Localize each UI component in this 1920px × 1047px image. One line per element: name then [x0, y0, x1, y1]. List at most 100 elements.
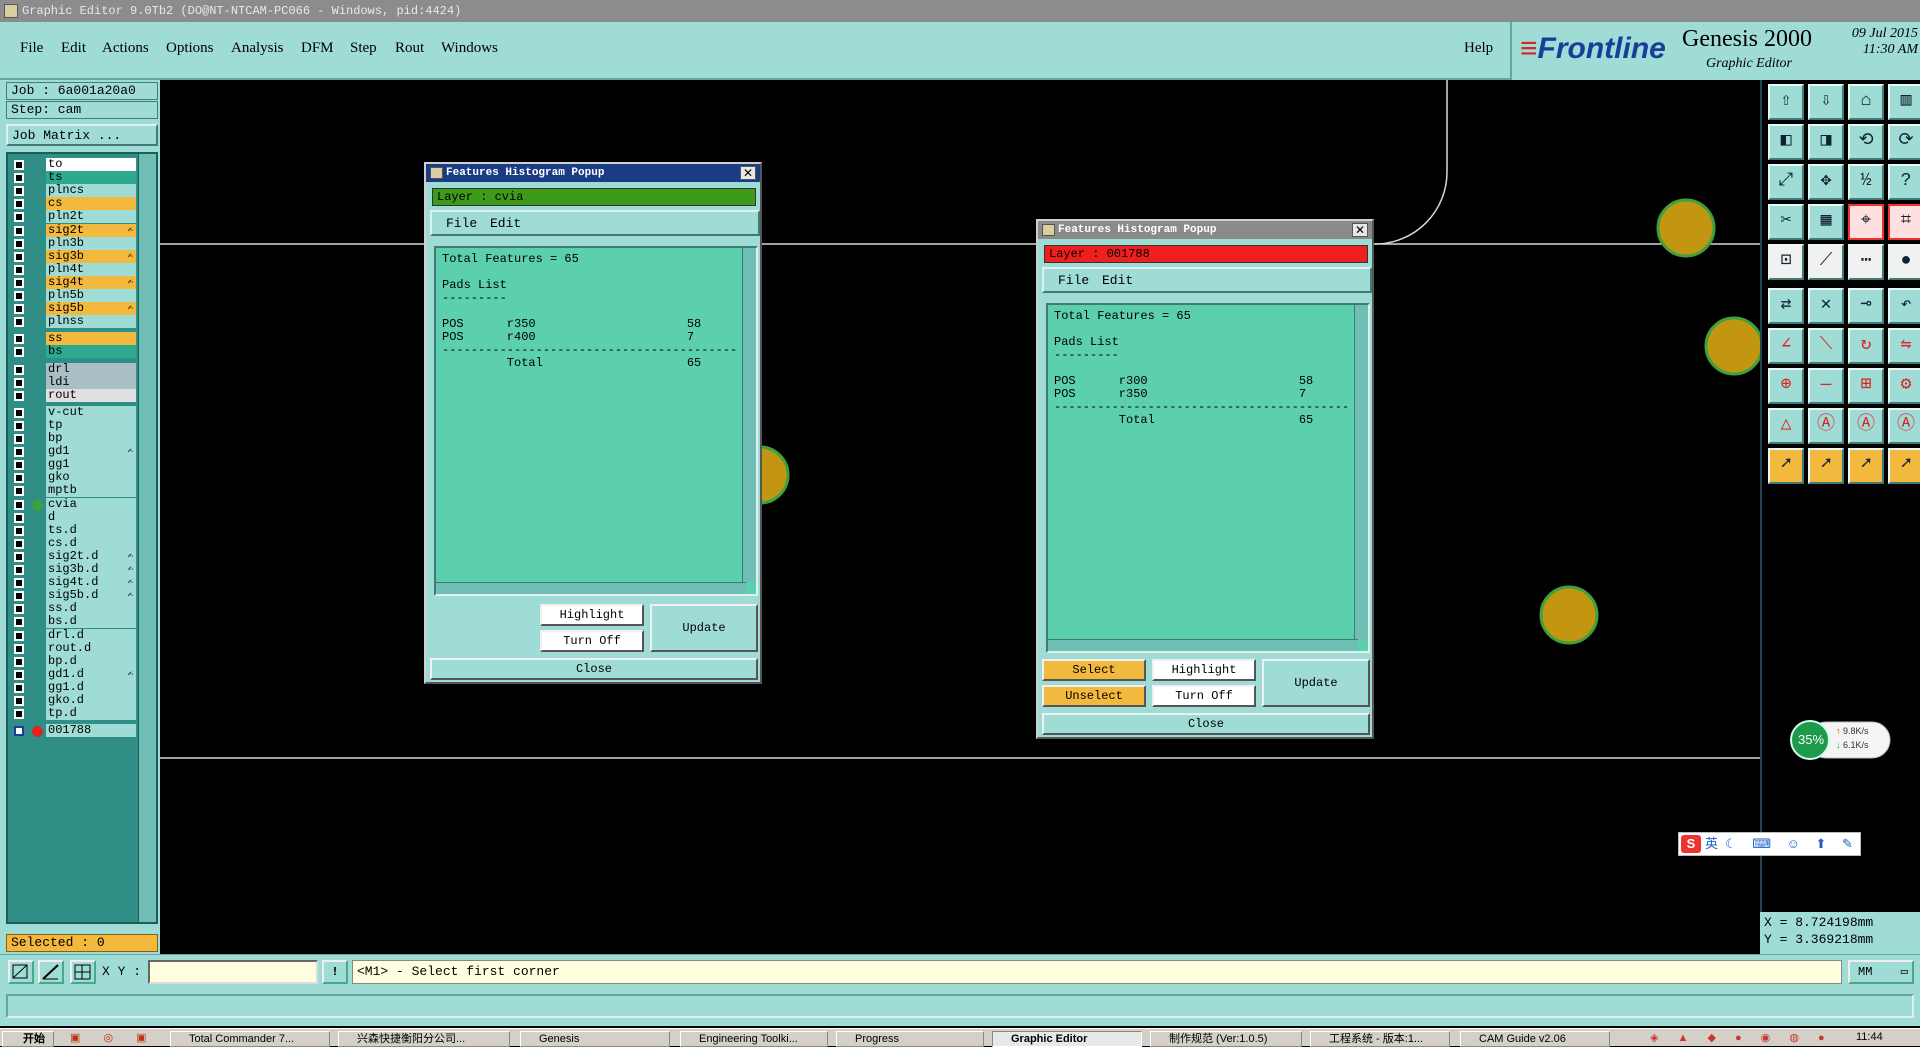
layer-name[interactable]: bs.d [46, 615, 136, 629]
popup-menu-file[interactable]: File [446, 216, 477, 231]
route-tool-icon[interactable]: ⌗ [1888, 204, 1920, 240]
start-button[interactable]: 开始 [2, 1031, 54, 1047]
layer-checkbox[interactable] [14, 499, 24, 510]
close-icon[interactable]: ✕ [740, 166, 756, 180]
turn-off-button[interactable]: Turn Off [540, 630, 644, 652]
layer-checkbox[interactable] [14, 407, 24, 418]
select-tool-icon[interactable]: ⌖ [1848, 204, 1884, 240]
layer-name[interactable]: sig4t ✍ [46, 275, 136, 289]
layer-name[interactable]: tp [46, 418, 136, 432]
layer-checkbox[interactable] [14, 390, 24, 401]
layer-checkbox[interactable] [14, 656, 24, 667]
layer-name[interactable]: bs [46, 345, 136, 359]
layout-icon[interactable]: ▥ [1888, 84, 1920, 120]
pad-icon[interactable]: ● [1888, 244, 1920, 280]
layer-name[interactable]: drl [46, 362, 136, 376]
layer-name[interactable]: cs [46, 197, 136, 211]
zoom-ratio-icon[interactable]: ½ [1848, 164, 1884, 200]
layer-name[interactable]: ts [46, 171, 136, 185]
layer-checkbox[interactable] [14, 643, 24, 654]
layer-checkbox[interactable] [14, 473, 24, 484]
layer-checkbox[interactable] [14, 525, 24, 536]
layer-checkbox[interactable] [14, 199, 24, 210]
zoom-center-icon[interactable]: ✥ [1808, 164, 1844, 200]
layer-name[interactable]: cs.d [46, 536, 136, 550]
layer-name[interactable]: bp.d [46, 654, 136, 668]
ime-mode[interactable]: 英 [1705, 833, 1718, 855]
layer-checkbox[interactable] [14, 251, 24, 262]
taskbar-button[interactable]: 兴森快捷衡阳分公司... [338, 1031, 510, 1047]
layer-name[interactable]: gko.d [46, 694, 136, 707]
layer-name[interactable]: pln4t [46, 262, 136, 276]
cross-icon[interactable]: ✕ [1808, 288, 1844, 324]
popup-menu-file[interactable]: File [1058, 273, 1089, 288]
popup-menu-edit[interactable]: Edit [1102, 273, 1133, 288]
taskbar-button[interactable]: Graphic Editor [992, 1031, 1142, 1047]
layer-row-001788[interactable]: 001788 [10, 724, 136, 738]
close-button[interactable]: Close [430, 658, 758, 680]
menu-step[interactable]: Step [350, 40, 377, 57]
layer-checkbox[interactable] [14, 434, 24, 444]
horizontal-scrollbar[interactable] [1048, 639, 1358, 651]
undo-icon[interactable]: ⟲ [1848, 124, 1884, 160]
next-step-icon[interactable]: ◨ [1808, 124, 1844, 160]
layer-checkbox[interactable] [14, 173, 24, 184]
layer-row-gg1[interactable]: gg1 [10, 458, 136, 472]
measure-box-icon[interactable]: ⊞ [1848, 368, 1884, 404]
popup-title-bar[interactable]: Features Histogram Popup [1038, 221, 1372, 239]
layer-checkbox[interactable] [14, 317, 24, 328]
layer-row-plncs[interactable]: plncs [10, 184, 136, 198]
minus-icon[interactable]: — [1808, 368, 1844, 404]
layer-checkbox[interactable] [14, 291, 24, 301]
layer-row-drl[interactable]: drl [10, 362, 136, 377]
layer-name[interactable]: ss.d [46, 602, 136, 616]
layer-name[interactable]: cvia [46, 497, 136, 511]
layer-name[interactable]: to [46, 158, 136, 171]
layer-row-tp.d[interactable]: tp.d [10, 707, 136, 721]
angle-tool-icon[interactable]: ∠ [1768, 328, 1804, 364]
layer-name[interactable]: v-cut [46, 405, 136, 419]
layer-row-rout[interactable]: rout [10, 388, 136, 403]
layer-name[interactable]: ss [46, 332, 136, 346]
layer-name[interactable]: gko [46, 471, 136, 485]
menu-options[interactable]: Options [166, 40, 214, 57]
layer-row-tp[interactable]: tp [10, 418, 136, 433]
mirror-icon[interactable]: ⇋ [1888, 328, 1920, 364]
layer-name[interactable]: gg1.d [46, 680, 136, 694]
layer-name[interactable]: rout [46, 388, 136, 402]
taskbar-button[interactable]: Progress [836, 1031, 984, 1047]
grid-icon[interactable]: ▦ [1808, 204, 1844, 240]
rotate-icon[interactable]: ↻ [1848, 328, 1884, 364]
layer-name[interactable]: gd1.d ✍ [46, 667, 136, 681]
layer-checkbox[interactable] [14, 334, 24, 345]
menu-analysis[interactable]: Analysis [231, 40, 284, 57]
taskbar-button[interactable]: CAM Guide v2.06 [1460, 1031, 1610, 1047]
save-icon[interactable]: ⇩ [1808, 84, 1844, 120]
highlight-button[interactable]: Highlight [540, 604, 644, 626]
layer-checkbox[interactable] [14, 538, 24, 549]
redraw-icon[interactable]: ⟳ [1888, 124, 1920, 160]
layer-checkbox[interactable] [14, 726, 24, 737]
update-button[interactable]: Update [650, 604, 758, 652]
layer-checkbox[interactable] [14, 669, 24, 680]
highlight-button[interactable]: Highlight [1152, 659, 1256, 681]
home-icon[interactable]: ⌂ [1848, 84, 1884, 120]
layer-checkbox[interactable] [14, 682, 24, 693]
layer-name[interactable]: plncs [46, 184, 136, 198]
layer-row-gd1[interactable]: gd1 ✍ [10, 445, 136, 459]
pointer-move-icon[interactable]: ➚ [1848, 448, 1884, 484]
turn-off-button[interactable]: Turn Off [1152, 685, 1256, 707]
layer-name[interactable]: sig3b ✍ [46, 249, 136, 263]
taskbar-button[interactable]: Genesis [520, 1031, 670, 1047]
pointer-route-icon[interactable]: ➚ [1888, 448, 1920, 484]
graphic-canvas[interactable] [160, 80, 1760, 954]
open-job-icon[interactable]: ⇧ [1768, 84, 1804, 120]
unselect-button[interactable]: Unselect [1042, 685, 1146, 707]
layer-checkbox[interactable] [14, 347, 24, 358]
units-selector[interactable]: MM ▭ [1848, 960, 1914, 984]
connect-icon[interactable]: ⇄ [1768, 288, 1804, 324]
layer-checkbox[interactable] [14, 696, 24, 706]
layer-checkbox[interactable] [14, 212, 24, 223]
slot-icon[interactable]: ⊸ [1848, 288, 1884, 324]
horizontal-scrollbar[interactable] [436, 582, 746, 594]
